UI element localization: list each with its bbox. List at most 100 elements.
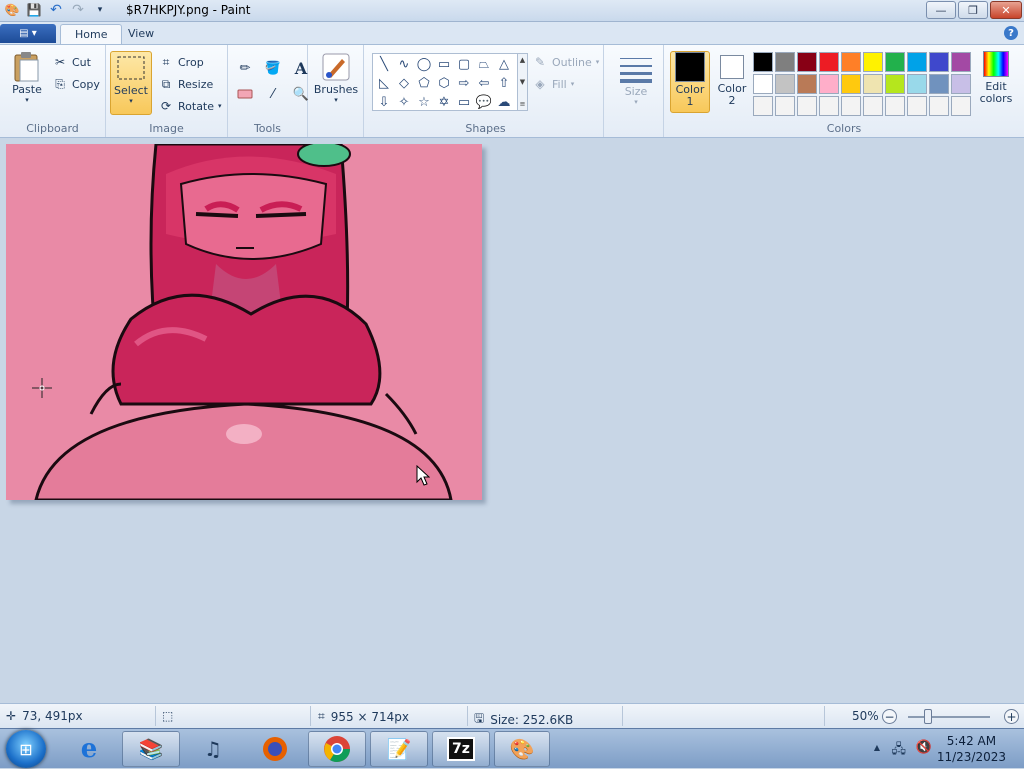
palette-color-7[interactable] — [907, 52, 927, 72]
zoom-slider-thumb[interactable] — [924, 709, 932, 724]
internet-explorer-icon[interactable]: e — [60, 731, 118, 767]
canvas-workspace[interactable] — [0, 138, 1024, 703]
palette-color-17[interactable] — [907, 74, 927, 94]
fill-button[interactable]: ◈ Fill ▾ — [532, 75, 574, 93]
four-point-star-shape-icon[interactable]: ✧ — [394, 93, 414, 112]
undo-icon[interactable]: ↶ — [48, 2, 64, 18]
network-icon[interactable]: 🖧 — [892, 740, 907, 762]
pentagon-shape-icon[interactable]: ⬠ — [414, 74, 434, 93]
fill-bucket-icon[interactable]: 🪣 — [262, 57, 284, 79]
down-arrow-shape-icon[interactable]: ⇩ — [374, 93, 394, 112]
palette-color-29[interactable] — [951, 96, 971, 116]
rotate-button[interactable]: ⟳ Rotate ▾ — [158, 97, 222, 115]
diamond-shape-icon[interactable]: ◇ — [394, 74, 414, 93]
winrar-icon[interactable]: 📚 — [122, 731, 180, 767]
oval-shape-icon[interactable]: ◯ — [414, 55, 434, 74]
palette-color-5[interactable] — [863, 52, 883, 72]
color2-button[interactable]: Color 2 — [712, 51, 752, 113]
line-shape-icon[interactable]: ╲ — [374, 55, 394, 74]
firefox-icon[interactable] — [246, 731, 304, 767]
outline-button[interactable]: ✎ Outline ▾ — [532, 53, 599, 71]
palette-color-8[interactable] — [929, 52, 949, 72]
edit-colors-button[interactable]: Edit colors — [976, 51, 1016, 105]
palette-color-24[interactable] — [841, 96, 861, 116]
redo-icon[interactable]: ↷ — [70, 2, 86, 18]
palette-color-28[interactable] — [929, 96, 949, 116]
itunes-icon[interactable]: ♫ — [184, 731, 242, 767]
pencil-icon[interactable]: ✏ — [234, 57, 256, 79]
rectangle-shape-icon[interactable]: ▭ — [434, 55, 454, 74]
save-icon[interactable]: 💾 — [26, 2, 42, 18]
up-arrow-shape-icon[interactable]: ⇧ — [494, 74, 514, 93]
palette-color-11[interactable] — [775, 74, 795, 94]
palette-color-4[interactable] — [841, 52, 861, 72]
color1-button[interactable]: Color 1 — [670, 51, 710, 113]
zoom-slider-track[interactable] — [908, 716, 990, 718]
brushes-button[interactable]: Brushes ▾ — [314, 51, 358, 104]
tab-view[interactable]: View — [114, 24, 168, 45]
show-hidden-icons-icon[interactable]: ▲ — [874, 743, 880, 752]
color-picker-icon[interactable]: ⁄ — [262, 83, 284, 105]
palette-color-22[interactable] — [797, 96, 817, 116]
help-icon[interactable]: ? — [1004, 26, 1018, 40]
palette-color-12[interactable] — [797, 74, 817, 94]
palette-color-26[interactable] — [885, 96, 905, 116]
rounded-rectangle-shape-icon[interactable]: ▢ — [454, 55, 474, 74]
7zip-icon[interactable]: 7z — [432, 731, 490, 767]
zoom-out-button[interactable]: − — [882, 709, 897, 724]
hexagon-shape-icon[interactable]: ⬡ — [434, 74, 454, 93]
copy-button[interactable]: ⎘ Copy — [52, 75, 100, 93]
image-canvas[interactable] — [6, 144, 482, 500]
palette-color-10[interactable] — [753, 74, 773, 94]
palette-color-20[interactable] — [753, 96, 773, 116]
palette-color-27[interactable] — [907, 96, 927, 116]
zoom-in-button[interactable]: + — [1004, 709, 1019, 724]
paint-app-icon[interactable]: 🎨 — [4, 2, 20, 18]
palette-color-0[interactable] — [753, 52, 773, 72]
paint-menu-button[interactable]: ▤ ▾ — [0, 24, 56, 43]
chrome-icon[interactable] — [308, 731, 366, 767]
palette-color-1[interactable] — [775, 52, 795, 72]
close-button[interactable]: ✕ — [990, 1, 1022, 19]
left-arrow-shape-icon[interactable]: ⇦ — [474, 74, 494, 93]
oval-callout-shape-icon[interactable]: 💬 — [474, 93, 494, 112]
crop-button[interactable]: ⌗ Crop — [158, 53, 204, 71]
right-arrow-shape-icon[interactable]: ⇨ — [454, 74, 474, 93]
palette-color-2[interactable] — [797, 52, 817, 72]
palette-color-9[interactable] — [951, 52, 971, 72]
palette-color-19[interactable] — [951, 74, 971, 94]
volume-muted-icon[interactable]: 🔇 — [916, 740, 932, 755]
polygon-shape-icon[interactable]: ⏢ — [474, 55, 494, 74]
notepad-icon[interactable]: 📝 — [370, 731, 428, 767]
palette-color-15[interactable] — [863, 74, 883, 94]
cut-button[interactable]: ✂ Cut — [52, 53, 91, 71]
start-button[interactable]: ⊞ — [6, 730, 46, 768]
curve-shape-icon[interactable]: ∿ — [394, 55, 414, 74]
customize-qat-icon[interactable]: ▾ — [92, 2, 108, 18]
cloud-callout-shape-icon[interactable]: ☁ — [494, 93, 514, 112]
palette-color-16[interactable] — [885, 74, 905, 94]
palette-color-25[interactable] — [863, 96, 883, 116]
palette-color-13[interactable] — [819, 74, 839, 94]
eraser-icon[interactable] — [234, 83, 256, 105]
paint-taskbar-icon[interactable]: 🎨 — [494, 731, 550, 767]
resize-button[interactable]: ⧉ Resize — [158, 75, 214, 93]
paste-button[interactable]: Paste ▾ — [8, 51, 46, 104]
triangle-shape-icon[interactable]: △ — [494, 55, 514, 74]
right-triangle-shape-icon[interactable]: ◺ — [374, 74, 394, 93]
palette-color-3[interactable] — [819, 52, 839, 72]
rect-callout-shape-icon[interactable]: ▭ — [454, 93, 474, 112]
five-point-star-shape-icon[interactable]: ☆ — [414, 93, 434, 112]
palette-color-14[interactable] — [841, 74, 861, 94]
palette-color-6[interactable] — [885, 52, 905, 72]
size-button[interactable]: Size ▾ — [616, 53, 656, 106]
minimize-button[interactable]: — — [926, 1, 956, 19]
clock[interactable]: 5:42 AM 11/23/2023 — [937, 733, 1006, 765]
shapes-scrollbar[interactable]: ▲ ▼ ≡ — [518, 53, 528, 111]
palette-color-21[interactable] — [775, 96, 795, 116]
palette-color-18[interactable] — [929, 74, 949, 94]
maximize-button[interactable]: ❐ — [958, 1, 988, 19]
six-point-star-shape-icon[interactable]: ✡ — [434, 93, 454, 112]
palette-color-23[interactable] — [819, 96, 839, 116]
select-button[interactable]: Select ▾ — [110, 51, 152, 115]
